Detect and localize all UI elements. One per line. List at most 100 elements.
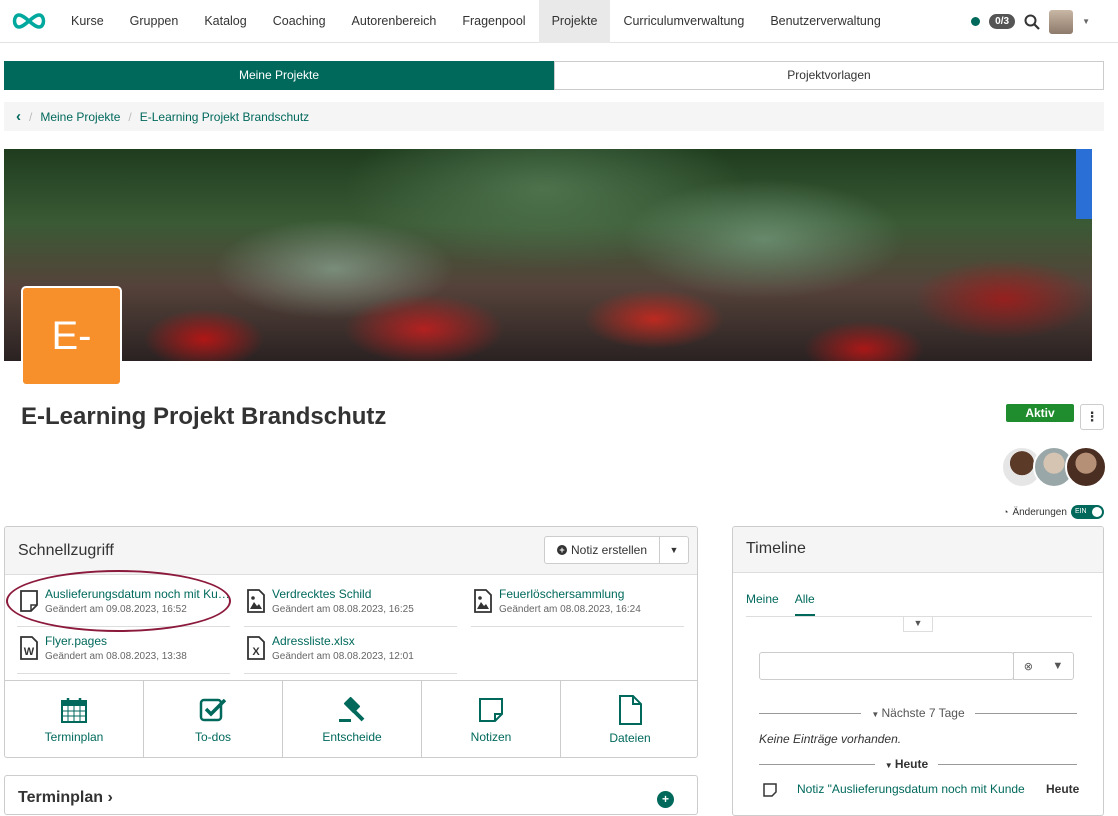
chevron-down-icon[interactable]: ▼ [903,616,933,632]
file-name[interactable]: Feuerlöschersammlung [499,587,684,601]
back-arrow-icon[interactable]: ‹ [16,108,21,125]
tab-alle[interactable]: Alle [794,592,815,617]
file-name[interactable]: Flyer.pages [45,634,230,648]
add-appointment-button[interactable]: + [657,791,674,808]
create-note-button[interactable]: + Notiz erstellen [545,537,660,563]
project-tools-bar: Terminplan To-dos Entscheide Notizen Dat… [5,680,697,757]
member-avatar[interactable] [1065,446,1107,488]
file-name[interactable]: Adressliste.xlsx [272,634,457,648]
file-item[interactable]: X Adressliste.xlsx Geändert am 08.08.202… [244,632,457,674]
filter-icon[interactable]: ▼ [1052,660,1063,672]
file-item[interactable]: Feuerlöschersammlung Geändert am 08.08.2… [471,585,684,627]
tool-todos[interactable]: To-dos [144,681,283,757]
section-label: Heute [894,757,929,771]
caret-icon: ▼ [871,710,882,719]
tool-label: Dateien [609,730,651,745]
timeline-search-input[interactable] [759,652,1014,680]
nav-projekte[interactable]: Projekte [538,0,611,43]
excel-icon: X [247,636,265,660]
tool-entscheide[interactable]: Entscheide [283,681,422,757]
timeline-title: Timeline [746,540,806,557]
timeline-panel: Timeline Meine Alle ▼ ⊗ ▼ ▼ Nächste 7 Ta… [732,526,1104,816]
quick-access-header: Schnellzugriff + Notiz erstellen ▼ [5,527,697,575]
infinity-logo-icon [12,13,46,29]
breadcrumb-current-project[interactable]: E-Learning Projekt Brandschutz [140,110,309,124]
section-today[interactable]: ▼ Heute [759,757,1077,771]
image-icon [474,589,492,613]
project-members[interactable] [1001,446,1107,488]
breadcrumb-separator: / [29,109,33,124]
tab-meine[interactable]: Meine [746,592,779,617]
tool-label: Notizen [470,729,512,744]
file-icon [619,694,642,725]
openolat-logo[interactable] [0,0,58,43]
nav-curriculumverwaltung[interactable]: Curriculumverwaltung [610,0,757,43]
timeline-filter-buttons: ⊗ ▼ [1013,652,1074,680]
caret-icon: ▼ [884,761,895,770]
notification-badge[interactable]: 0/3 [989,14,1016,29]
nav-benutzerverwaltung[interactable]: Benutzerverwaltung [757,0,893,43]
online-status-icon[interactable] [971,17,981,26]
terminplan-title[interactable]: Terminplan › [18,789,113,807]
user-avatar[interactable] [1049,9,1074,34]
main-menu: Kurse Gruppen Katalog Coaching Autorenbe… [58,0,894,43]
project-banner-image [4,149,1092,361]
changes-label: Änderungen [1012,506,1067,518]
banner-detail [1076,149,1092,219]
file-date: Geändert am 08.08.2023, 16:25 [272,604,414,615]
section-label: Nächste 7 Tage [881,706,965,720]
tool-dateien[interactable]: Dateien [561,681,697,757]
nav-fragenpool[interactable]: Fragenpool [449,0,538,43]
tool-label: To-dos [194,729,232,744]
timeline-header: Timeline [733,527,1103,573]
nav-right-tools: 0/3 ▼ [971,0,1090,43]
breadcrumb-meine-projekte[interactable]: Meine Projekte [40,110,120,124]
tool-terminplan[interactable]: Terminplan [5,681,144,757]
quick-access-panel: Schnellzugriff + Notiz erstellen ▼ Ausli… [4,526,698,758]
tab-projektvorlagen[interactable]: Projektvorlagen [554,61,1104,90]
calendar-icon [61,697,87,723]
create-note-button-group: + Notiz erstellen ▼ [544,536,689,564]
clear-icon[interactable]: ⊗ [1024,660,1033,673]
word-icon: W [20,636,38,660]
changes-toggle-row: ◔ Änderungen EIN [1003,505,1104,519]
file-date: Geändert am 08.08.2023, 12:01 [272,651,414,662]
nav-katalog[interactable]: Katalog [191,0,259,43]
status-badge[interactable]: Aktiv [1006,404,1074,422]
search-icon[interactable] [1024,14,1040,30]
file-item[interactable]: Verdrecktes Schild Geändert am 08.08.202… [244,585,457,627]
svg-text:X: X [252,646,260,658]
tool-label: Entscheide [322,729,382,744]
svg-text:W: W [24,646,35,658]
section-next-7-days[interactable]: ▼ Nächste 7 Tage [759,706,1077,720]
terminplan-panel: Terminplan › + [4,775,698,815]
tool-notizen[interactable]: Notizen [422,681,561,757]
more-options-button[interactable]: ⋮ [1080,404,1104,430]
note-icon [479,697,503,722]
plus-circle-icon: + [556,545,567,555]
changes-toggle[interactable]: EIN [1070,505,1104,519]
top-navigation: Kurse Gruppen Katalog Coaching Autorenbe… [0,0,1118,43]
nav-gruppen[interactable]: Gruppen [117,0,192,43]
nav-coaching[interactable]: Coaching [260,0,339,43]
gavel-icon [339,696,365,722]
tab-meine-projekte[interactable]: Meine Projekte [4,61,554,90]
highlight-annotation [6,570,231,632]
checkbox-icon [199,698,227,721]
file-name[interactable]: Verdrecktes Schild [272,587,457,601]
image-icon [247,589,265,613]
file-item[interactable]: W Flyer.pages Geändert am 08.08.2023, 13… [17,632,230,674]
entry-text[interactable]: Notiz "Auslieferungsdatum noch mit Kunde [797,782,1025,796]
chevron-down-icon[interactable]: ▼ [660,537,688,563]
nav-kurse[interactable]: Kurse [58,0,117,43]
tool-label: Terminplan [44,729,104,744]
breadcrumb: ‹ / Meine Projekte / E-Learning Projekt … [4,102,1104,131]
project-segment-tabs: Meine Projekte Projektvorlagen [4,61,1104,90]
rss-icon: ◔ [1003,507,1009,517]
project-title: E-Learning Projekt Brandschutz [21,403,387,430]
quick-access-title: Schnellzugriff [18,542,114,559]
project-avatar-tile: E- [21,286,122,386]
file-date: Geändert am 08.08.2023, 16:24 [499,604,641,615]
chevron-down-icon[interactable]: ▼ [1082,17,1090,26]
nav-autorenbereich[interactable]: Autorenbereich [339,0,450,43]
